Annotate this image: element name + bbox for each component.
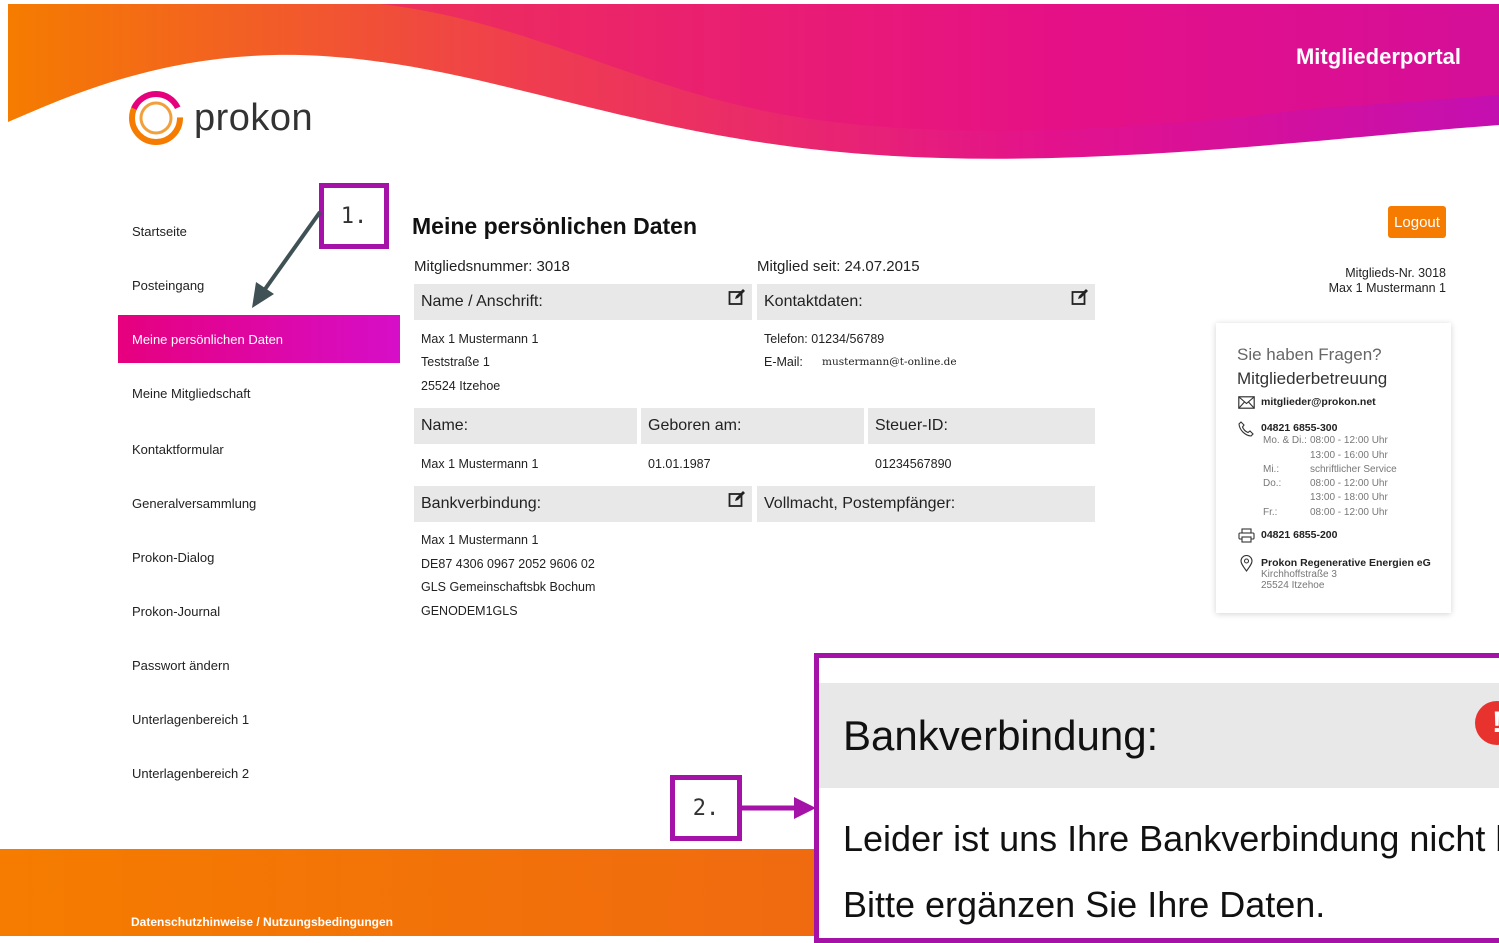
proxy-heading: Vollmacht, Postempfänger:: [764, 495, 956, 512]
hours-time-3: schriftlicher Service: [1310, 464, 1397, 475]
help-email[interactable]: mitglieder@prokon.net: [1261, 396, 1376, 408]
hours-day-3: Mi.:: [1263, 464, 1280, 475]
tax-header: Steuer-ID:: [868, 408, 1095, 444]
edit-bank-icon[interactable]: [728, 490, 746, 508]
tax-heading: Steuer-ID:: [875, 417, 948, 434]
footer-privacy-link[interactable]: Datenschutzhinweise / Nutzungsbedingunge…: [131, 915, 393, 929]
member-info-number: Mitglieds-Nr. 3018: [1345, 266, 1446, 280]
contact-heading: Kontaktdaten:: [764, 293, 863, 310]
help-street: Kirchhoffstraße 3: [1261, 569, 1337, 580]
logout-button[interactable]: Logout: [1388, 206, 1446, 238]
contact-header: Kontaktdaten:: [757, 284, 1095, 320]
step-2-arrow-icon: [740, 797, 816, 819]
person-name: Max 1 Mustermann 1: [421, 457, 539, 471]
bank-iban: DE87 4306 0967 2052 9606 02: [421, 557, 595, 571]
logo-text: prokon: [194, 96, 314, 139]
sidebar-item-contact-form[interactable]: Kontaktformular: [118, 425, 400, 473]
sidebar-item-general-assembly[interactable]: Generalversammlung: [118, 479, 400, 527]
name-address-header: Name / Anschrift:: [414, 284, 752, 320]
sidebar-item-membership[interactable]: Meine Mitgliedschaft: [118, 369, 400, 417]
bank-header: Bankverbindung:: [414, 486, 752, 522]
sidebar-item-documents-1[interactable]: Unterlagenbereich 1: [118, 695, 400, 743]
bank-name: GLS Gemeinschaftsbk Bochum: [421, 580, 596, 594]
birth-date: 01.01.1987: [648, 457, 711, 471]
help-company: Prokon Regenerative Energien eG: [1261, 557, 1431, 569]
birth-header: Geboren am:: [641, 408, 864, 444]
mail-icon: [1238, 396, 1255, 409]
hours-time-5: 13:00 - 18:00 Uhr: [1310, 492, 1388, 503]
address-street: Teststraße 1: [421, 355, 490, 369]
help-phone[interactable]: 04821 6855-300: [1261, 422, 1338, 434]
zoom-callout: Bankverbindung: ! Leider ist uns Ihre Ba…: [814, 653, 1499, 943]
hours-time-2: 13:00 - 16:00 Uhr: [1310, 450, 1388, 461]
bank-heading: Bankverbindung:: [421, 495, 542, 512]
hours-time-1: 08:00 - 12:00 Uhr: [1310, 435, 1388, 446]
prokon-logo-icon: [129, 91, 183, 145]
name-address-heading: Name / Anschrift:: [421, 293, 543, 310]
step-2-callout: 2.: [670, 775, 742, 841]
contact-email-value: mustermann@t-online.de: [822, 356, 957, 368]
member-number: Mitgliedsnummer: 3018: [414, 258, 570, 275]
tax-id: 01234567890: [875, 457, 952, 471]
member-since: Mitglied seit: 24.07.2015: [757, 258, 920, 275]
help-city: 25524 Itzehoe: [1261, 580, 1325, 591]
name-heading: Name:: [421, 417, 469, 434]
bank-bic: GENODEM1GLS: [421, 604, 518, 618]
member-info-name: Max 1 Mustermann 1: [1328, 281, 1446, 295]
zoom-bank-heading: Bankverbindung:: [843, 712, 1159, 759]
help-card: Sie haben Fragen? Mitgliederbetreuung mi…: [1216, 323, 1451, 613]
help-title: Mitgliederbetreuung: [1237, 369, 1388, 388]
sidebar-item-documents-2[interactable]: Unterlagenbereich 2: [118, 749, 400, 797]
location-icon: [1240, 555, 1253, 572]
phone-icon: [1238, 421, 1254, 437]
edit-contact-icon[interactable]: [1071, 288, 1089, 306]
help-question: Sie haben Fragen?: [1237, 345, 1382, 364]
sidebar-item-change-password[interactable]: Passwort ändern: [118, 641, 400, 689]
birth-heading: Geboren am:: [648, 417, 742, 434]
hours-time-6: 08:00 - 12:00 Uhr: [1310, 507, 1388, 518]
step-2-label: 2.: [692, 795, 720, 821]
fax-icon: [1238, 528, 1255, 543]
sidebar-item-prokon-dialog[interactable]: Prokon-Dialog: [118, 533, 400, 581]
name-header: Name:: [414, 408, 637, 444]
zoom-message-line-1: Leider ist uns Ihre Bankverbindung nicht…: [843, 818, 1499, 859]
page-title: Meine persönlichen Daten: [412, 213, 698, 239]
alert-icon-symbol: !: [1492, 706, 1499, 740]
help-fax: 04821 6855-200: [1261, 529, 1338, 541]
address-name: Max 1 Mustermann 1: [421, 332, 539, 346]
member-info: Mitglieds-Nr. 3018 Max 1 Mustermann 1: [1329, 266, 1446, 296]
proxy-header: Vollmacht, Postempfänger:: [757, 486, 1095, 522]
logo[interactable]: prokon: [126, 88, 313, 148]
sidebar-item-prokon-journal[interactable]: Prokon-Journal: [118, 587, 400, 635]
address-city: 25524 Itzehoe: [421, 379, 501, 393]
sidebar-item-personal-data[interactable]: Meine persönlichen Daten: [118, 315, 400, 363]
hours-day-6: Fr.:: [1263, 507, 1278, 518]
edit-name-address-icon[interactable]: [728, 288, 746, 306]
contact-phone: Telefon: 01234/56789: [764, 332, 885, 346]
step-1-arrow-icon: [252, 210, 322, 308]
portal-title: Mitgliederportal: [1295, 44, 1461, 69]
step-1-callout: 1.: [319, 183, 389, 249]
zoom-message-line-2: Bitte ergänzen Sie Ihre Daten.: [843, 884, 1326, 925]
contact-email-label: E-Mail:: [764, 355, 803, 369]
hours-day-1: Mo. & Di.:: [1263, 435, 1307, 446]
step-1-label: 1.: [340, 203, 368, 229]
bank-holder: Max 1 Mustermann 1: [421, 533, 539, 547]
hours-day-4: Do.:: [1263, 478, 1282, 489]
hours-time-4: 08:00 - 12:00 Uhr: [1310, 478, 1388, 489]
